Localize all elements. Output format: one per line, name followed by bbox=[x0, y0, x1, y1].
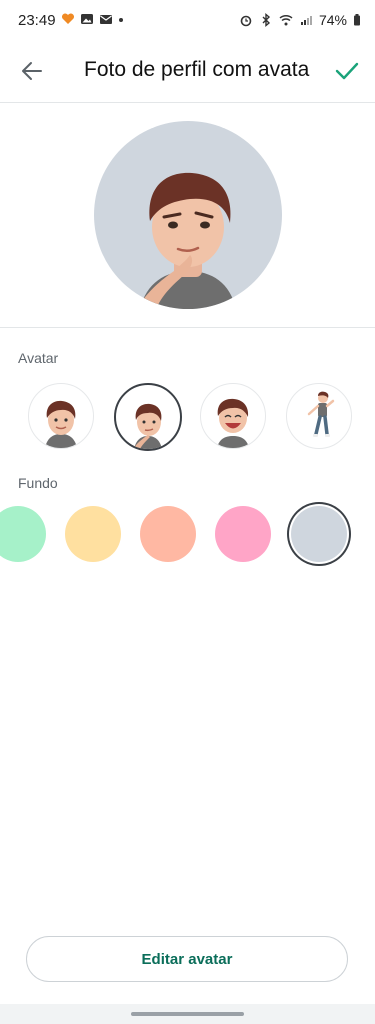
avatar-laughing-image bbox=[217, 398, 249, 448]
signal-icon bbox=[300, 16, 312, 25]
check-icon bbox=[335, 62, 359, 80]
avatar-option-thinking[interactable] bbox=[114, 383, 182, 451]
wifi-icon bbox=[279, 14, 293, 26]
avatar-preview bbox=[94, 121, 282, 309]
avatar-full-body-image bbox=[307, 391, 335, 437]
background-color-gray[interactable] bbox=[291, 506, 347, 562]
avatar-option-smiling[interactable] bbox=[28, 383, 94, 449]
background-color-mint[interactable] bbox=[0, 506, 46, 562]
battery-percent: 74% bbox=[318, 12, 347, 28]
avatar-option-full-body[interactable] bbox=[286, 383, 352, 449]
background-color-pink[interactable] bbox=[215, 506, 271, 562]
status-time: 23:49 bbox=[18, 12, 56, 29]
avatar-section-label: Avatar bbox=[18, 350, 59, 366]
background-section-label: Fundo bbox=[18, 475, 58, 491]
confirm-button[interactable] bbox=[329, 54, 365, 88]
bluetooth-icon bbox=[262, 13, 271, 27]
home-handle[interactable] bbox=[131, 1012, 244, 1016]
avatar-option-laughing[interactable] bbox=[200, 383, 266, 449]
alarm-icon bbox=[240, 15, 252, 27]
gallery-icon bbox=[81, 14, 93, 24]
heart-app-icon bbox=[61, 13, 75, 24]
avatar-preview-image bbox=[138, 172, 236, 309]
edit-avatar-button[interactable]: Editar avatar bbox=[26, 936, 348, 982]
background-color-yellow[interactable] bbox=[65, 506, 121, 562]
app-bar: Foto de perfil com avatar bbox=[0, 40, 375, 103]
navigation-bar bbox=[0, 1004, 375, 1024]
system-icons: 74% bbox=[239, 12, 361, 28]
avatar-smiling-image bbox=[45, 400, 77, 448]
avatar-thinking-image bbox=[133, 403, 162, 449]
status-bar: 23:49 74% bbox=[0, 0, 375, 40]
notification-icons bbox=[61, 12, 124, 26]
battery-icon bbox=[354, 14, 360, 26]
background-color-peach[interactable] bbox=[140, 506, 196, 562]
dot-icon bbox=[119, 18, 123, 22]
arrow-left-icon bbox=[22, 62, 42, 80]
back-button[interactable] bbox=[14, 54, 50, 88]
mail-icon bbox=[100, 15, 112, 24]
page-title: Foto de perfil com avatar bbox=[84, 58, 310, 81]
divider bbox=[0, 327, 375, 328]
